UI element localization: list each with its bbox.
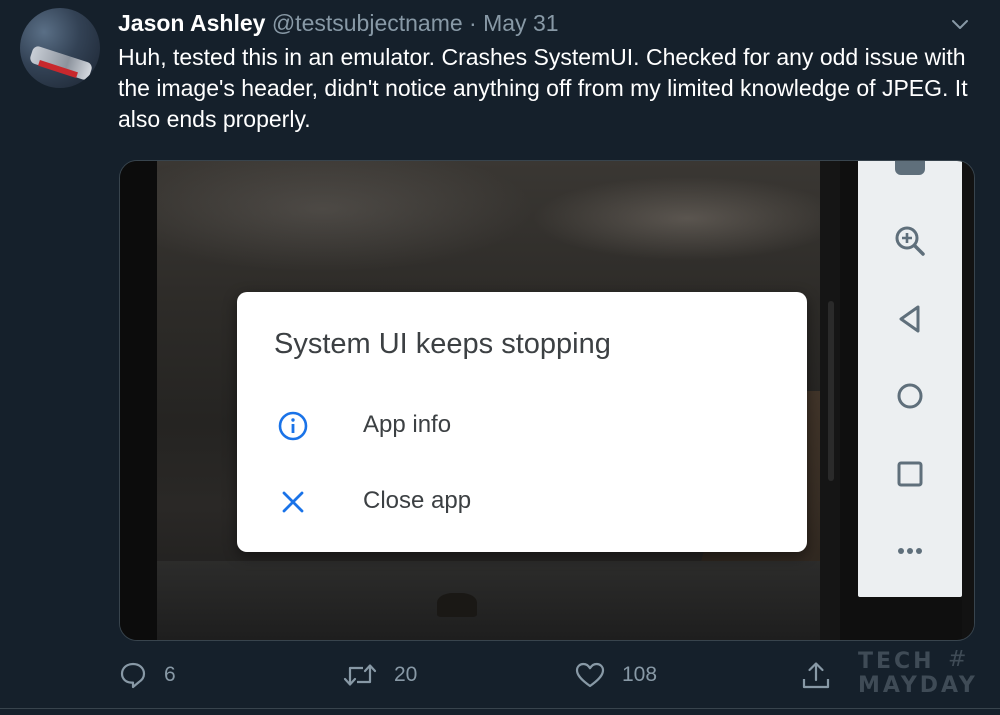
- tweet-header: Jason Ashley @testsubjectname · May 31: [118, 8, 559, 38]
- zoom-in-icon[interactable]: [888, 219, 932, 263]
- divider: [0, 708, 1000, 709]
- tweet: Jason Ashley @testsubjectname · May 31 H…: [0, 0, 1000, 715]
- app-info-label: App info: [363, 411, 452, 438]
- avatar[interactable]: [20, 8, 100, 88]
- display-name[interactable]: Jason Ashley: [118, 10, 265, 36]
- info-icon: [278, 411, 308, 441]
- watermark-line1: TECH: [858, 649, 935, 674]
- crash-dialog: System UI keeps stopping App info Close …: [237, 292, 807, 552]
- media-edge: [962, 161, 974, 640]
- reply-button[interactable]: 6: [118, 652, 198, 698]
- watermark-line2: MAYDAY: [858, 673, 978, 698]
- app-info-option[interactable]: App info: [237, 394, 807, 454]
- heart-icon: [575, 662, 605, 688]
- tweet-date[interactable]: May 31: [483, 10, 558, 36]
- toolbar-partial-button[interactable]: [895, 161, 925, 175]
- like-count: 108: [622, 663, 658, 686]
- phone-side-button: [828, 301, 834, 481]
- header-separator: ·: [469, 10, 477, 36]
- home-circle-icon[interactable]: [888, 374, 932, 418]
- more-dots-icon[interactable]: [888, 529, 932, 573]
- user-handle[interactable]: @testsubjectname: [272, 10, 463, 36]
- close-icon: [282, 491, 304, 513]
- media-gap: [840, 161, 858, 640]
- reply-icon: [120, 662, 146, 689]
- retweet-button[interactable]: 20: [342, 652, 442, 698]
- chevron-down-icon[interactable]: [948, 12, 972, 36]
- phone-bezel-right: [820, 161, 840, 640]
- back-triangle-icon[interactable]: [888, 297, 932, 341]
- emulator-screen: System UI keeps stopping App info Close …: [157, 161, 864, 640]
- retweet-count: 20: [394, 663, 418, 686]
- close-app-option[interactable]: Close app: [237, 470, 807, 530]
- tweet-actions: 6 20 108: [0, 652, 1000, 698]
- watermark-hash: #: [948, 647, 970, 672]
- screen-water-shape: [157, 561, 820, 640]
- share-button[interactable]: [800, 652, 836, 698]
- tweet-text: Huh, tested this in an emulator. Crashes…: [118, 44, 968, 132]
- share-icon: [802, 662, 830, 689]
- close-app-label: Close app: [363, 487, 472, 514]
- retweet-icon: [343, 664, 377, 686]
- dialog-title: System UI keeps stopping: [274, 328, 611, 360]
- screen-islet-shape: [437, 593, 477, 617]
- overview-square-icon[interactable]: [888, 452, 932, 496]
- techmayday-watermark: TECH # MAYDAY: [856, 647, 988, 700]
- phone-bezel-left: [120, 161, 157, 640]
- like-button[interactable]: 108: [574, 652, 684, 698]
- tweet-media[interactable]: System UI keeps stopping App info Close …: [119, 160, 975, 641]
- emulator-toolbar: [858, 161, 962, 597]
- reply-count: 6: [164, 663, 176, 686]
